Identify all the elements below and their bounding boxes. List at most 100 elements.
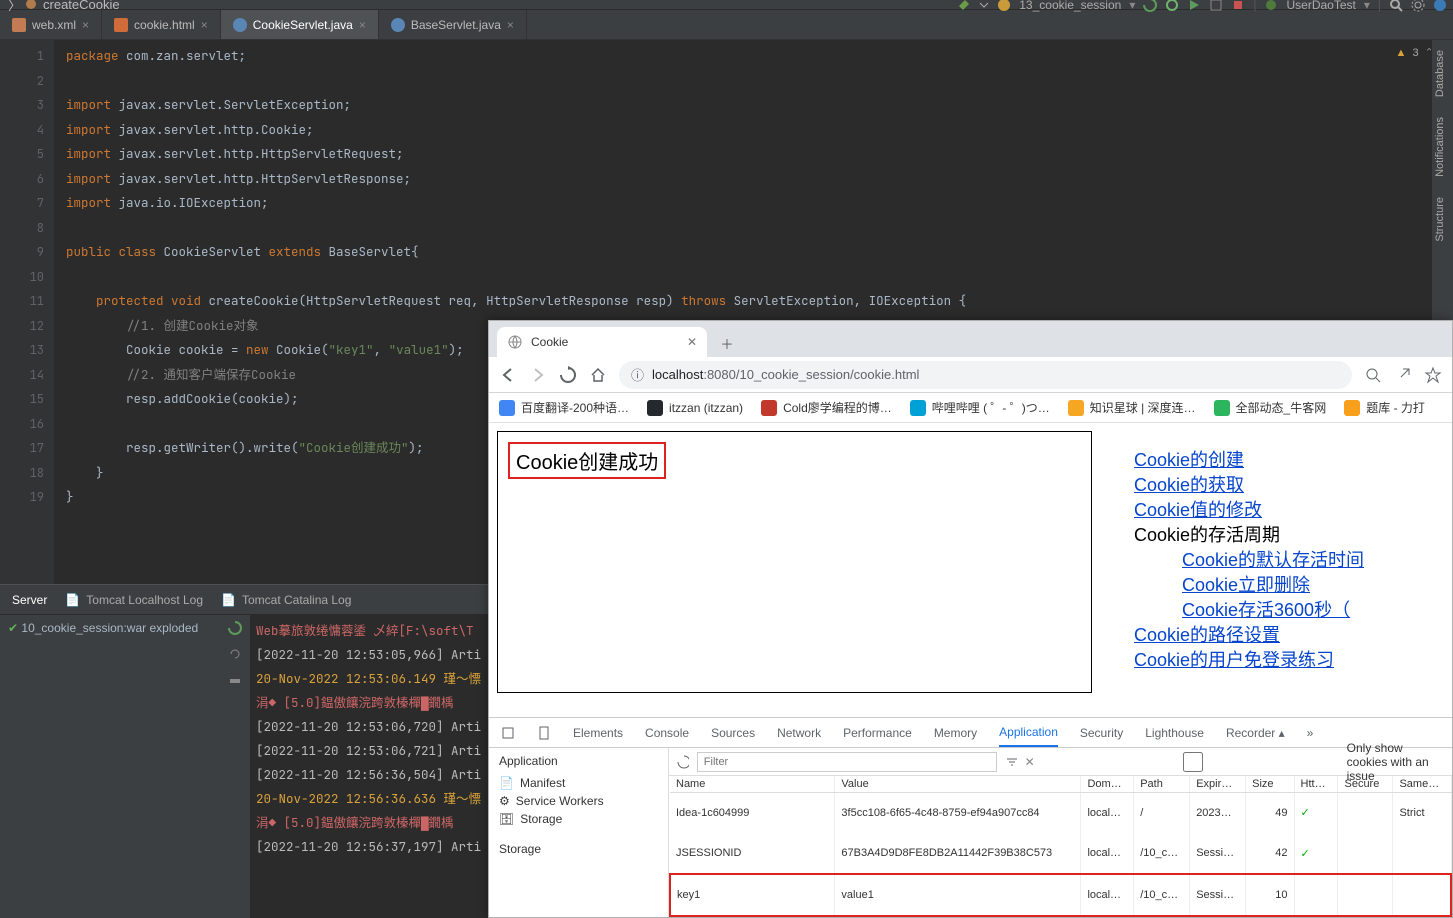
link-login[interactable]: Cookie的用户免登录练习 — [1134, 650, 1334, 670]
rerun-icon[interactable] — [1143, 0, 1157, 12]
run-config-name[interactable]: 13_cookie_session — [1019, 0, 1121, 12]
tab-localhost-log[interactable]: 📄 Tomcat Localhost Log — [65, 593, 203, 607]
coverage-icon[interactable] — [1209, 0, 1223, 12]
link-modify[interactable]: Cookie值的修改 — [1134, 500, 1262, 520]
url-port: :8080 — [703, 367, 736, 382]
file-tab[interactable]: BaseServlet.java × — [379, 10, 527, 39]
side-service-workers[interactable]: ⚙ Service Workers — [499, 792, 658, 810]
bookmark-item[interactable]: 哔哩哔哩 ( ゜- ゜)つ… — [910, 399, 1050, 416]
table-header[interactable]: Dom… — [1081, 776, 1134, 793]
side-manifest[interactable]: 📄 Manifest — [499, 774, 658, 792]
bookmark-item[interactable]: 题库 - 力打 — [1344, 399, 1425, 416]
side-storage[interactable]: 🗄 Storage — [499, 810, 658, 828]
close-icon[interactable]: × — [507, 18, 514, 32]
bookmark-icon — [910, 400, 926, 416]
bookmark-item[interactable]: Cold廖学编程的博… — [761, 399, 892, 416]
test-target[interactable]: UserDaoTest — [1286, 0, 1355, 12]
devtools-tab[interactable]: Performance — [843, 726, 912, 740]
search-everywhere-icon[interactable] — [1389, 0, 1403, 12]
link-create[interactable]: Cookie的创建 — [1134, 450, 1244, 470]
table-row[interactable]: key1value1local…/10_c…Sessi…10 — [670, 874, 1451, 916]
table-header[interactable]: Size — [1246, 776, 1294, 793]
filter-options-icon[interactable] — [1005, 755, 1017, 769]
deploy-item[interactable]: 10_cookie_session:war exploded — [21, 621, 198, 635]
cookies-table[interactable]: NameValueDom…PathExpir…SizeHtt…SecureSam… — [669, 776, 1452, 917]
share-icon[interactable] — [1394, 366, 1412, 384]
bookmark-item[interactable]: itzzan (itzzan) — [647, 400, 743, 416]
sidebar-database[interactable]: Database — [1432, 40, 1448, 107]
link-get[interactable]: Cookie的获取 — [1134, 475, 1244, 495]
run-icon[interactable] — [1187, 0, 1201, 12]
table-header[interactable]: Path — [1134, 776, 1190, 793]
devtools-tab[interactable]: Sources — [711, 726, 755, 740]
bookmark-icon — [1214, 400, 1230, 416]
link-delete-now[interactable]: Cookie立即删除 — [1182, 575, 1310, 595]
avatar-icon[interactable] — [1433, 0, 1447, 12]
deploy-icon[interactable] — [228, 673, 242, 687]
address-bar[interactable]: ⓘ localhost:8080/10_cookie_session/cooki… — [619, 361, 1352, 389]
stop-icon[interactable] — [1231, 0, 1245, 12]
back-icon[interactable] — [499, 366, 517, 384]
devtools-tab[interactable]: Elements — [573, 726, 623, 740]
devtools-tab[interactable]: Console — [645, 726, 689, 740]
success-message: Cookie创建成功 — [508, 442, 666, 479]
file-tab[interactable]: web.xml× — [0, 10, 102, 39]
table-header[interactable]: Secure — [1338, 776, 1393, 793]
stop-all-icon[interactable] — [228, 647, 242, 661]
devtools-tab[interactable]: Memory — [934, 726, 977, 740]
table-row[interactable]: JSESSIONID67B3A4D9D8FE8DB2A11442F39B38C5… — [670, 833, 1451, 875]
clear-icon[interactable]: ✕ — [1025, 755, 1035, 769]
only-issue-checkbox[interactable] — [1043, 752, 1343, 772]
bookmark-item[interactable]: 知识星球 | 深度连… — [1068, 399, 1196, 416]
dropdown-icon[interactable] — [979, 0, 989, 10]
devtools-tab[interactable]: Security — [1080, 726, 1123, 740]
bookmark-item[interactable]: 全部动态_牛客网 — [1214, 399, 1327, 416]
sidebar-notifications[interactable]: Notifications — [1432, 107, 1448, 187]
link-3600s[interactable]: Cookie存活3600秒（ — [1182, 600, 1350, 620]
tab-label: cookie.html — [134, 18, 195, 32]
inspect-icon[interactable] — [501, 726, 515, 740]
table-header[interactable]: Same… — [1393, 776, 1451, 793]
new-tab-button[interactable]: ＋ — [713, 329, 741, 357]
devtools-tab[interactable]: » — [1307, 726, 1314, 740]
table-row[interactable]: Idea-1c6049993f5cc108-6f65-4c48-8759-ef9… — [670, 793, 1451, 833]
table-header[interactable]: Name — [670, 776, 835, 793]
browser-tab-active[interactable]: Cookie ✕ — [497, 327, 707, 357]
settings-icon[interactable] — [1411, 0, 1425, 12]
file-icon — [12, 18, 26, 32]
close-icon[interactable]: × — [82, 18, 89, 32]
home-icon[interactable] — [589, 366, 607, 384]
devtools-tab[interactable]: Recorder ▴ — [1226, 726, 1285, 740]
devtools-tab[interactable]: Lighthouse — [1145, 726, 1204, 740]
table-header[interactable]: Value — [835, 776, 1081, 793]
link-default-life[interactable]: Cookie的默认存活时间 — [1182, 550, 1364, 570]
browser-window: Cookie ✕ ＋ ⓘ localhost:8080/10_cookie_se… — [488, 320, 1453, 918]
devtools-tab[interactable]: Network — [777, 726, 821, 740]
close-icon[interactable]: × — [201, 18, 208, 32]
tab-server[interactable]: Server — [12, 593, 47, 607]
refresh-icon[interactable] — [677, 755, 689, 769]
debug-icon[interactable] — [1165, 0, 1179, 12]
table-header[interactable]: Expir… — [1190, 776, 1246, 793]
browser-toolbar: ⓘ localhost:8080/10_cookie_session/cooki… — [489, 357, 1452, 393]
bookmark-item[interactable]: 百度翻译-200种语… — [499, 399, 629, 416]
link-path[interactable]: Cookie的路径设置 — [1134, 625, 1280, 645]
hammer-icon[interactable] — [957, 0, 971, 12]
close-icon[interactable]: ✕ — [687, 335, 697, 349]
forward-icon[interactable] — [529, 366, 547, 384]
info-icon[interactable]: ⓘ — [631, 365, 644, 384]
sidebar-structure[interactable]: Structure — [1432, 187, 1448, 252]
filter-input[interactable] — [697, 752, 997, 772]
star-icon[interactable] — [1424, 366, 1442, 384]
tab-label: BaseServlet.java — [411, 18, 501, 32]
rerun-icon[interactable] — [228, 621, 242, 635]
device-icon[interactable] — [537, 726, 551, 740]
close-icon[interactable]: × — [359, 18, 366, 32]
tab-catalina-log[interactable]: 📄 Tomcat Catalina Log — [221, 593, 351, 607]
file-tab[interactable]: CookieServlet.java× — [221, 10, 379, 39]
table-header[interactable]: Htt… — [1294, 776, 1338, 793]
tomcat-icon — [997, 0, 1011, 12]
zoom-icon[interactable] — [1364, 366, 1382, 384]
file-tab[interactable]: cookie.html × — [102, 10, 221, 39]
reload-icon[interactable] — [559, 366, 577, 384]
